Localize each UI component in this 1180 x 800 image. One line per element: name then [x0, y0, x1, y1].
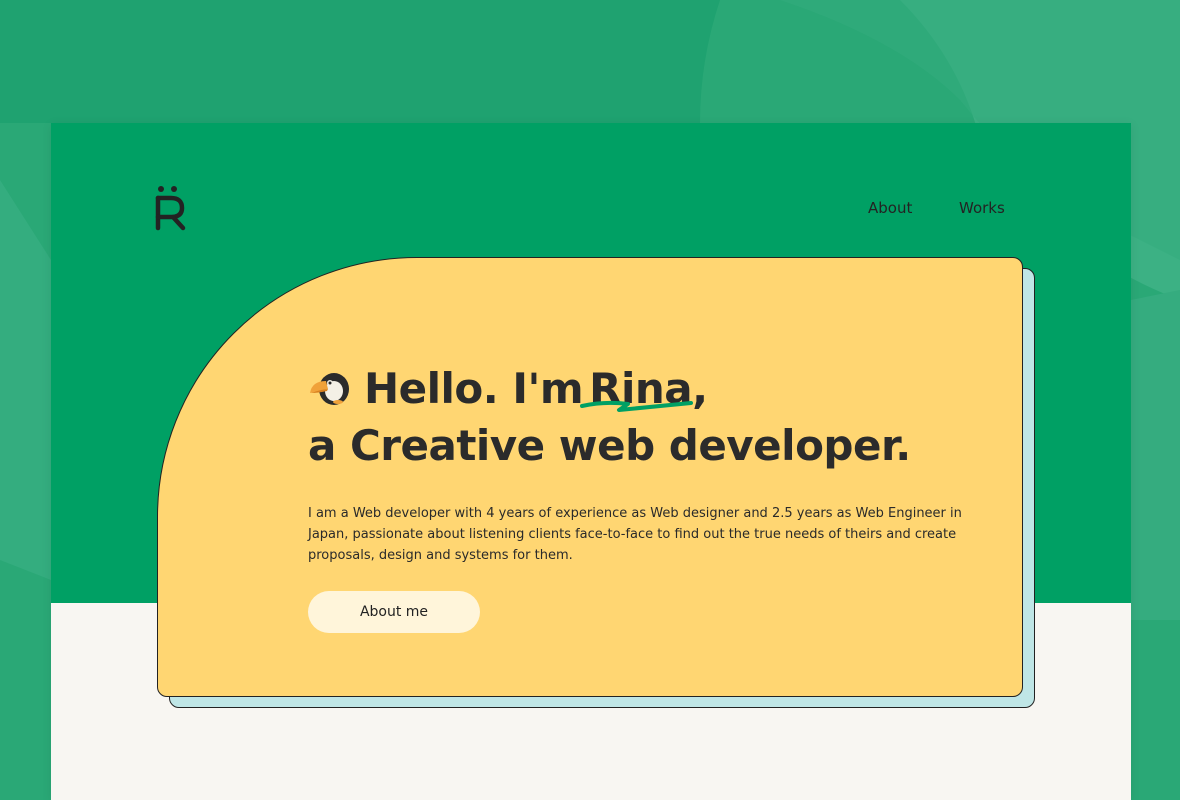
about-me-button[interactable]: About me [308, 591, 480, 633]
greeting-prefix: Hello. I'm [364, 364, 584, 413]
developer-name: Rina [580, 360, 694, 417]
hero-card [157, 257, 1023, 697]
page-frame: About Works Hello. I'm Rina, a Creative w… [51, 123, 1131, 800]
hero-headline: Hello. I'm Rina, a Creative web developer… [308, 360, 911, 474]
headline-line-2: a Creative web developer. [308, 421, 911, 470]
intro-paragraph: I am a Web developer with 4 years of exp… [308, 506, 962, 563]
nav-works-link[interactable]: Works [959, 199, 1005, 217]
nav-about-link[interactable]: About [868, 199, 912, 217]
squiggle-underline [580, 400, 694, 412]
headline-line-1: Hello. I'm Rina, [308, 360, 911, 417]
toucan-icon [310, 373, 349, 405]
logo-icon[interactable] [154, 185, 188, 231]
